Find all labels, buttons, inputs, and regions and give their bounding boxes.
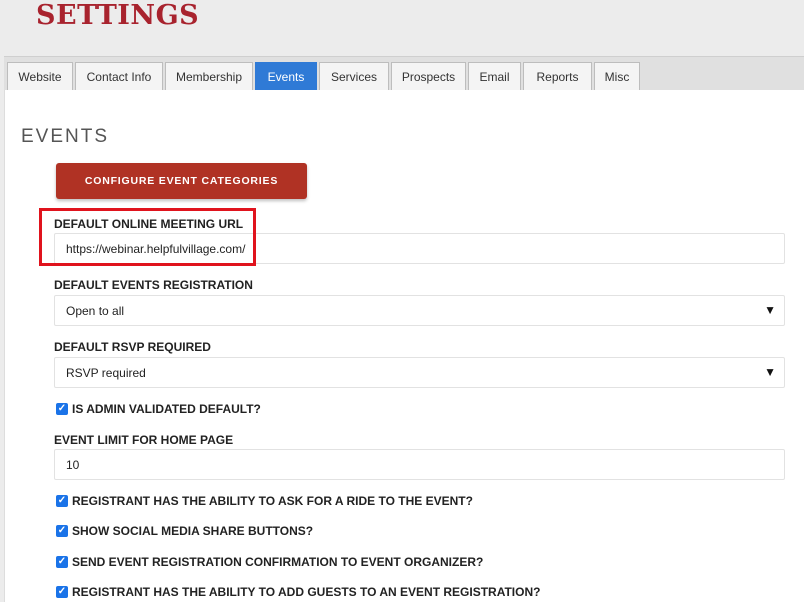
tab-email[interactable]: Email [468,62,521,91]
registration-label: DEFAULT EVENTS REGISTRATION [54,278,253,292]
tab-reports[interactable]: Reports [523,62,592,91]
tab-prospects[interactable]: Prospects [391,62,466,91]
ride-row[interactable]: ✓ REGISTRANT HAS THE ABILITY TO ASK FOR … [56,494,473,508]
tab-membership[interactable]: Membership [165,62,253,91]
tab-services[interactable]: Services [319,62,389,91]
tab-bar: Website Contact Info Membership Events S… [4,56,804,91]
registration-select[interactable]: Open to all ▼ [54,295,785,326]
highlight-annotation [39,208,256,266]
checkmark-icon[interactable]: ✓ [56,586,68,598]
confirmation-row[interactable]: ✓ SEND EVENT REGISTRATION CONFIRMATION T… [56,555,483,569]
rsvp-label: DEFAULT RSVP REQUIRED [54,340,211,354]
section-title: EVENTS [21,126,110,147]
checkmark-icon[interactable]: ✓ [56,495,68,507]
checkmark-icon[interactable]: ✓ [56,403,68,415]
tab-website[interactable]: Website [7,62,73,91]
triangle-down-icon: ▼ [764,365,776,379]
tab-contact-info[interactable]: Contact Info [75,62,163,91]
guests-row[interactable]: ✓ REGISTRANT HAS THE ABILITY TO ADD GUES… [56,585,540,599]
checkmark-icon[interactable]: ✓ [56,525,68,537]
checkmark-icon[interactable]: ✓ [56,556,68,568]
social-label: SHOW SOCIAL MEDIA SHARE BUTTONS? [72,524,314,538]
rsvp-select[interactable]: RSVP required ▼ [54,357,785,388]
event-limit-label: EVENT LIMIT FOR HOME PAGE [54,433,234,447]
guests-label: REGISTRANT HAS THE ABILITY TO ADD GUESTS… [72,585,541,599]
event-limit-input[interactable] [54,449,785,480]
triangle-down-icon: ▼ [764,303,776,317]
page-title: SETTINGS [36,0,200,31]
tab-events[interactable]: Events [255,62,317,91]
configure-event-categories-button[interactable]: CONFIGURE EVENT CATEGORIES [56,163,307,199]
confirmation-label: SEND EVENT REGISTRATION CONFIRMATION TO … [72,555,484,569]
admin-validated-label: IS ADMIN VALIDATED DEFAULT? [72,402,261,416]
social-row[interactable]: ✓ SHOW SOCIAL MEDIA SHARE BUTTONS? [56,524,313,538]
registration-value: Open to all [66,303,125,318]
admin-validated-row[interactable]: ✓ IS ADMIN VALIDATED DEFAULT? [56,402,261,416]
events-panel: EVENTS CONFIGURE EVENT CATEGORIES DEFAUL… [4,90,804,602]
rsvp-value: RSVP required [66,365,146,380]
tab-misc[interactable]: Misc [594,62,640,91]
ride-label: REGISTRANT HAS THE ABILITY TO ASK FOR A … [72,494,473,508]
